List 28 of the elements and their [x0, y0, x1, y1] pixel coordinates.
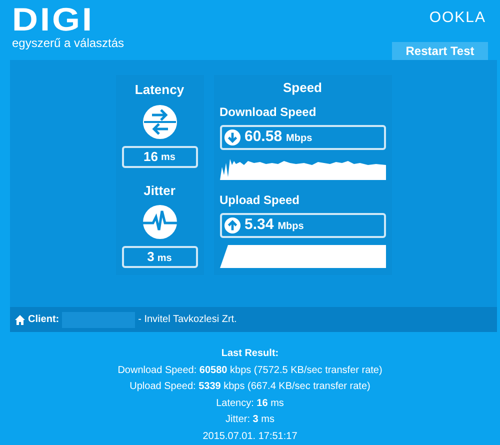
- client-isp: - Invitel Tavkozlesi Zrt.: [138, 313, 237, 327]
- speed-title: Speed: [282, 79, 323, 97]
- result-line: Latency: 16 ms: [216, 396, 284, 410]
- speed-value: 60.58: [244, 126, 282, 147]
- arrows-icon: [142, 104, 178, 140]
- logo-wordmark: DIGI: [12, 6, 96, 33]
- speed-unit: Mbps: [278, 220, 304, 234]
- metric-value: 16: [144, 148, 158, 166]
- metric-unit: ms: [157, 252, 172, 266]
- home-icon: [15, 314, 25, 324]
- result-line: Download Speed: 60580 kbps (7572.5 KB/sec transfer rate): [118, 364, 382, 378]
- client-label: Client:: [28, 313, 60, 327]
- speed-value: 5.34: [244, 214, 274, 235]
- restart-button[interactable]: Restart Test: [392, 42, 488, 62]
- logo-slogan: egyszerű a választás: [12, 37, 124, 49]
- metric-value: 3: [147, 248, 154, 266]
- speed-unit: Mbps: [286, 132, 312, 146]
- result-line: Jitter: 3 ms: [226, 413, 274, 427]
- pulse-icon: [142, 204, 178, 240]
- speed-test-title: Download Speed: [220, 104, 318, 120]
- metric-title: Jitter: [144, 182, 176, 200]
- metric-unit: ms: [161, 151, 176, 165]
- metric-title: Latency: [134, 81, 184, 99]
- last-result-title: Last Result:: [221, 347, 279, 361]
- speed-test-title: Upload Speed: [220, 192, 301, 208]
- result-line: 2015.07.01. 17:51:17: [202, 430, 298, 444]
- brand-logo: OOKLA: [429, 10, 486, 26]
- result-line: Upload Speed: 5339 kbps (667.4 KB/sec transfer rate): [130, 380, 370, 394]
